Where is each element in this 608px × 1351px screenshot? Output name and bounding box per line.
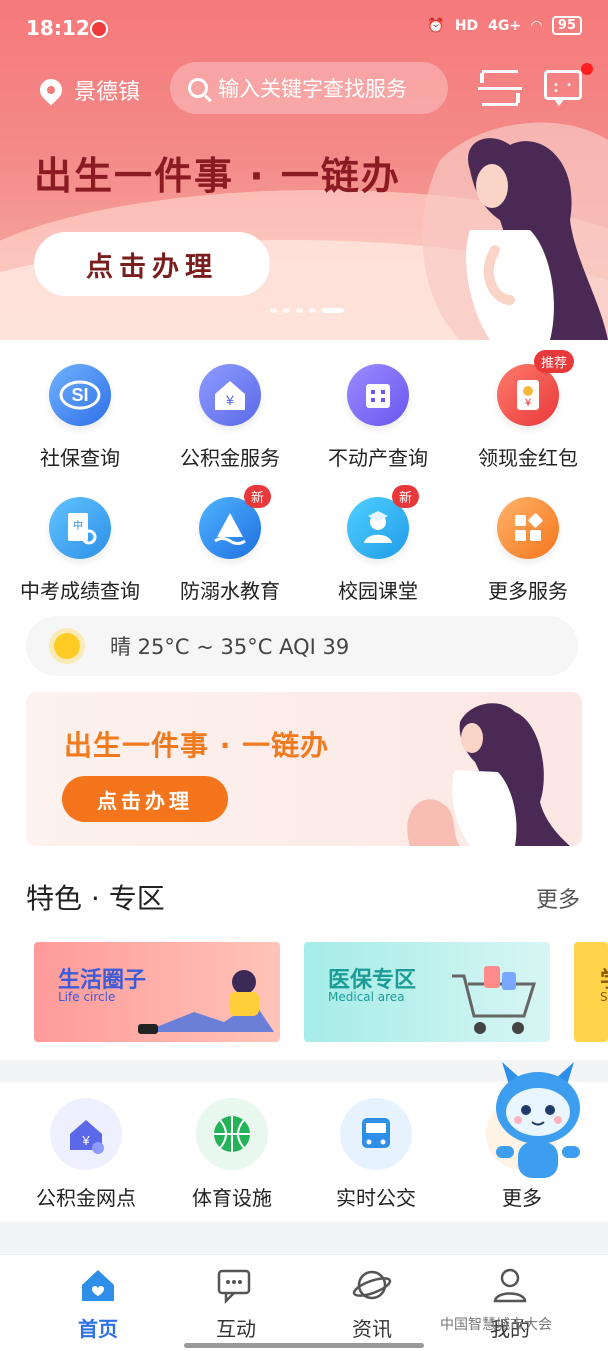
service-label: 公积金服务 — [180, 446, 280, 470]
svg-text:¥: ¥ — [225, 392, 234, 408]
user-icon — [490, 1265, 530, 1305]
scan-icon[interactable] — [478, 70, 522, 106]
shopping-cart-illustration — [452, 966, 537, 1034]
quick-realtime-bus[interactable]: 实时公交 — [306, 1098, 446, 1211]
location-selector[interactable]: 景德镇 — [35, 74, 141, 106]
score-search-icon: 中 — [49, 497, 111, 559]
feature-card-subtitle: Medical area — [328, 990, 405, 1004]
tab-label: 互动 — [216, 1317, 256, 1341]
tab-interact[interactable]: 互动 — [186, 1265, 286, 1342]
building-icon — [347, 364, 409, 426]
hd-indicator: HD — [454, 17, 479, 34]
watermark-text: 中国智慧城市大会 — [440, 1317, 552, 1333]
promo-handle-button[interactable]: 点击办理 — [62, 776, 228, 822]
hero-title: 出生一件事 · 一链办 — [34, 154, 401, 198]
bus-icon — [340, 1098, 412, 1170]
wifi-icon: ◠ — [531, 17, 542, 34]
hero-handle-button[interactable]: 点击办理 — [34, 232, 270, 296]
home-indicator — [184, 1343, 424, 1348]
social-security-icon: SI — [49, 364, 111, 426]
quick-label: 实时公交 — [336, 1186, 416, 1210]
feature-card-life-circle[interactable]: 生活圈子 Life circle — [34, 942, 280, 1042]
unread-dot — [581, 63, 593, 75]
service-label: 社保查询 — [40, 446, 120, 470]
robot-mascot-icon[interactable] — [488, 1058, 588, 1198]
quick-sports-facilities[interactable]: 体育设施 — [162, 1098, 302, 1211]
service-label: 中考成绩查询 — [20, 579, 140, 603]
service-swim-safety[interactable]: 新 防溺水教育 — [154, 485, 306, 604]
pregnant-woman-illustration — [407, 703, 570, 846]
tab-news[interactable]: 资讯 — [322, 1265, 422, 1342]
service-exam-score[interactable]: 中 中考成绩查询 — [4, 497, 156, 604]
search-input[interactable]: 输入关键字查找服务 — [170, 62, 448, 114]
promo-title: 出生一件事 · 一链办 — [64, 729, 330, 762]
feature-card-subtitle: Life circle — [58, 990, 116, 1004]
new-badge: 新 — [392, 485, 420, 508]
notification-dot-icon — [90, 20, 108, 38]
search-placeholder: 输入关键字查找服务 — [218, 77, 407, 101]
alarm-icon: ⏰ — [427, 17, 445, 34]
service-social-security[interactable]: SI 社保查询 — [4, 364, 156, 471]
message-icon[interactable]: • • • — [544, 63, 593, 106]
feature-card-medical-area[interactable]: 医保专区 Medical area — [304, 942, 550, 1042]
service-label: 防溺水教育 — [180, 579, 280, 603]
svg-text:中: 中 — [73, 519, 83, 532]
service-red-packet[interactable]: ¥ 推荐 领现金红包 — [452, 350, 604, 471]
promo-banner[interactable]: 出生一件事 · 一链办 点击办理 — [26, 692, 582, 846]
location-pin-icon — [35, 74, 67, 106]
service-classroom[interactable]: 新 校园课堂 — [302, 485, 454, 604]
red-packet-icon: ¥ — [497, 364, 559, 426]
chat-icon — [216, 1265, 256, 1305]
housing-fund-icon: ¥ — [199, 364, 261, 426]
svg-text:SI: SI — [71, 385, 88, 405]
quick-housing-fund-outlet[interactable]: ¥ 公积金网点 — [16, 1098, 156, 1211]
feature-section-title: 特色 · 专区 — [26, 882, 165, 915]
service-label: 更多服务 — [488, 579, 568, 603]
fund-outlet-icon: ¥ — [50, 1098, 122, 1170]
tab-label: 资讯 — [352, 1317, 392, 1341]
tab-label: 首页 — [78, 1317, 118, 1341]
service-more[interactable]: 更多服务 — [452, 497, 604, 604]
pregnant-woman-illustration — [422, 122, 608, 340]
feature-card-partial[interactable]: 学 S — [574, 942, 608, 1042]
hero-banner[interactable]: 18:12 ⏰ HD 4G+ ◠ 95 景德镇 输入关键字查找服务 • • • … — [0, 0, 608, 340]
quick-label: 体育设施 — [192, 1186, 272, 1210]
weather-text: 晴 25°C ~ 35°C AQI 39 — [110, 635, 350, 659]
new-badge: 新 — [244, 485, 272, 508]
service-label: 校园课堂 — [338, 579, 418, 603]
feature-card-subtitle: S — [600, 990, 608, 1004]
service-label: 不动产查询 — [328, 446, 428, 470]
more-grid-icon — [497, 497, 559, 559]
svg-text:¥: ¥ — [81, 1133, 90, 1148]
weather-bar[interactable]: 晴 25°C ~ 35°C AQI 39 — [26, 616, 578, 676]
city-label: 景德镇 — [74, 80, 141, 105]
planet-icon — [352, 1265, 392, 1305]
sun-icon — [54, 633, 80, 659]
carousel-indicator — [270, 308, 344, 313]
search-icon — [188, 78, 208, 98]
quick-label: 公积金网点 — [36, 1186, 136, 1210]
bottom-tab-bar: 首页 互动 资讯 我的 — [0, 1254, 608, 1351]
network-indicator: 4G+ — [488, 17, 522, 34]
svg-text:¥: ¥ — [524, 397, 532, 409]
reading-person-illustration — [138, 970, 274, 1034]
status-bar: 18:12 ⏰ HD 4G+ ◠ 95 — [0, 0, 608, 58]
status-time: 18:12 — [26, 16, 90, 40]
service-real-estate[interactable]: 不动产查询 — [302, 364, 454, 471]
battery-indicator: 95 — [551, 16, 582, 35]
service-housing-fund[interactable]: ¥ 公积金服务 — [154, 364, 306, 471]
recommend-badge: 推荐 — [534, 350, 575, 373]
home-icon — [78, 1265, 118, 1305]
feature-more-link[interactable]: 更多 — [536, 882, 580, 914]
tab-home[interactable]: 首页 — [48, 1265, 148, 1342]
basketball-icon — [196, 1098, 268, 1170]
service-label: 领现金红包 — [478, 446, 578, 470]
